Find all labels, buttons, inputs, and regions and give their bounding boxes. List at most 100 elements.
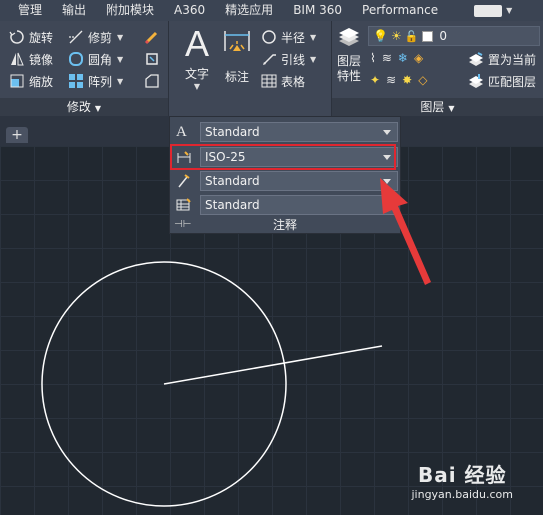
table-icon xyxy=(261,74,277,88)
trim-icon xyxy=(69,30,83,44)
text-style-icon: A xyxy=(176,124,187,140)
modify-panel: 旋转 修剪 ▼ 镜像 圆角 ▼ 缩放 阵列 ▼ 修改 ▼ xyxy=(0,21,169,116)
dimension-icon xyxy=(224,31,250,51)
menu-output[interactable]: 输出 xyxy=(52,0,96,21)
lightbulb-icon: 💡 xyxy=(373,29,388,43)
layer-color-swatch xyxy=(422,30,434,42)
annotation-flyout: A Standard ISO-25 Standard Standard ⊣⊢ 注… xyxy=(169,116,401,234)
text-style-row: A Standard xyxy=(170,121,402,143)
layers-panel-footer[interactable]: 图层 ▼ xyxy=(332,98,543,116)
table-style-dropdown[interactable]: Standard xyxy=(200,195,398,215)
fillet-tool[interactable]: 圆角 ▼ xyxy=(68,49,123,69)
array-icon xyxy=(69,74,83,88)
offset-icon[interactable] xyxy=(144,73,160,89)
menu-featured-apps[interactable]: 精选应用 xyxy=(215,0,283,21)
match-layer-icon xyxy=(469,74,483,88)
chevron-down-icon[interactable]: ▼ xyxy=(117,33,123,42)
layer-dropdown[interactable]: 💡 ☀ 🔓 0 xyxy=(368,26,540,46)
new-tab-button[interactable]: + xyxy=(6,127,28,143)
chevron-down-icon: ▼ xyxy=(448,104,455,113)
highlight-box xyxy=(170,144,396,170)
chevron-down-icon xyxy=(383,202,391,208)
array-tool[interactable]: 阵列 ▼ xyxy=(68,71,123,91)
layer-lock-icon[interactable]: ◈ xyxy=(414,51,423,65)
rotate-tool[interactable]: 旋转 xyxy=(9,27,53,47)
text-tool[interactable]: A 文字 ▼ xyxy=(179,23,215,92)
layer-properties-label-line1: 图层 xyxy=(336,54,361,68)
leader-label: 引线 xyxy=(281,52,306,67)
layers-panel: 图层 特性 💡 ☀ 🔓 0 ⌇ ≋ ❄ ◈ 置为当前 ✦ ≋ ✸ ◇ 匹配图层 … xyxy=(332,21,543,116)
rotate-icon xyxy=(9,30,24,44)
annotation-panel: A 文字 ▼ 标注 半径 ▼ 引线 ▼ 表格 xyxy=(169,21,332,116)
mirror-icon xyxy=(11,52,24,66)
menu-manage[interactable]: 管理 xyxy=(0,0,52,21)
annotation-flyout-title: 注释 xyxy=(272,218,297,232)
layer-isolate-icon[interactable]: ≋ xyxy=(382,51,392,65)
annotation-flyout-footer[interactable]: ⊣⊢ 注释 xyxy=(170,217,400,233)
radius-tool[interactable]: 半径 ▼ xyxy=(261,27,316,47)
menu-bar: 管理 输出 附加模块 A360 精选应用 BIM 360 Performance… xyxy=(0,0,543,21)
layer-thaw-icon[interactable]: ✸ xyxy=(402,73,412,87)
chevron-down-icon: ▼ xyxy=(506,6,513,15)
multileader-style-value: Standard xyxy=(205,174,260,188)
text-style-dropdown[interactable]: Standard xyxy=(200,122,398,142)
layer-tools-row-2: ✦ ≋ ✸ ◇ xyxy=(370,73,427,87)
current-layer-name: 0 xyxy=(439,29,448,43)
trim-tool[interactable]: 修剪 ▼ xyxy=(68,27,123,47)
table-style-icon xyxy=(176,198,191,211)
array-label: 阵列 xyxy=(88,74,113,89)
fillet-icon xyxy=(69,52,83,66)
ribbon: 旋转 修剪 ▼ 镜像 圆角 ▼ 缩放 阵列 ▼ 修改 ▼ A 文字 ▼ 标注 半… xyxy=(0,21,543,116)
rotate-label: 旋转 xyxy=(29,30,54,45)
text-icon: A xyxy=(184,23,209,64)
set-current-tool[interactable]: 置为当前 xyxy=(468,49,536,69)
chevron-down-icon[interactable]: ▼ xyxy=(117,77,123,86)
watermark-url: jingyan.baidu.com xyxy=(411,488,513,501)
table-style-value: Standard xyxy=(205,198,260,212)
chevron-down-icon: ▼ xyxy=(94,104,102,113)
chevron-down-icon[interactable]: ▼ xyxy=(310,55,316,64)
layer-freeze-icon[interactable]: ❄ xyxy=(398,51,408,65)
multileader-style-dropdown[interactable]: Standard xyxy=(200,171,398,191)
layer-properties-label: 图层 特性 xyxy=(332,54,366,84)
text-style-value: Standard xyxy=(205,125,260,139)
chevron-down-icon[interactable]: ▼ xyxy=(117,55,123,64)
layer-unisolate-icon[interactable]: ≋ xyxy=(386,73,396,87)
explode-icon[interactable] xyxy=(144,51,160,67)
panel-toggle-icon xyxy=(474,4,503,17)
pin-icon[interactable]: ⊣⊢ xyxy=(174,217,191,233)
set-current-icon xyxy=(469,52,483,66)
menu-a360[interactable]: A360 xyxy=(164,0,215,21)
layer-properties-icon xyxy=(339,28,359,46)
text-label: 文字 xyxy=(184,67,209,81)
menu-addons[interactable]: 附加模块 xyxy=(96,0,164,21)
layer-off-icon[interactable]: ⌇ xyxy=(370,51,376,65)
chevron-down-icon[interactable]: ▼ xyxy=(310,33,316,42)
radius-icon xyxy=(262,30,276,44)
table-label: 表格 xyxy=(281,74,306,89)
dimension-tool[interactable]: 标注 xyxy=(219,25,255,85)
modify-panel-footer[interactable]: 修改 ▼ xyxy=(0,98,168,116)
layer-on-icon[interactable]: ✦ xyxy=(370,73,380,87)
workspace-toggle[interactable]: ▼ xyxy=(474,4,513,17)
dimension-label: 标注 xyxy=(224,70,249,84)
chevron-down-icon xyxy=(383,129,391,135)
modify-panel-title: 修改 xyxy=(66,100,91,114)
drawn-line[interactable] xyxy=(163,345,383,385)
erase-icon[interactable] xyxy=(144,29,160,45)
leader-tool[interactable]: 引线 ▼ xyxy=(261,49,316,69)
multileader-style-icon xyxy=(178,174,190,188)
leader-icon xyxy=(263,54,276,65)
radius-label: 半径 xyxy=(281,30,306,45)
scale-tool[interactable]: 缩放 xyxy=(9,71,53,91)
set-current-label: 置为当前 xyxy=(488,52,537,67)
menu-performance[interactable]: Performance xyxy=(352,0,448,21)
sun-icon: ☀ xyxy=(390,29,402,43)
layer-unlock-icon[interactable]: ◇ xyxy=(418,73,427,87)
mirror-tool[interactable]: 镜像 xyxy=(9,49,53,69)
match-layer-tool[interactable]: 匹配图层 xyxy=(468,71,536,91)
layer-properties-tool[interactable]: 图层 特性 xyxy=(332,25,366,84)
scale-icon xyxy=(10,74,24,88)
table-tool[interactable]: 表格 xyxy=(261,71,305,91)
menu-bim360[interactable]: BIM 360 xyxy=(283,0,352,21)
